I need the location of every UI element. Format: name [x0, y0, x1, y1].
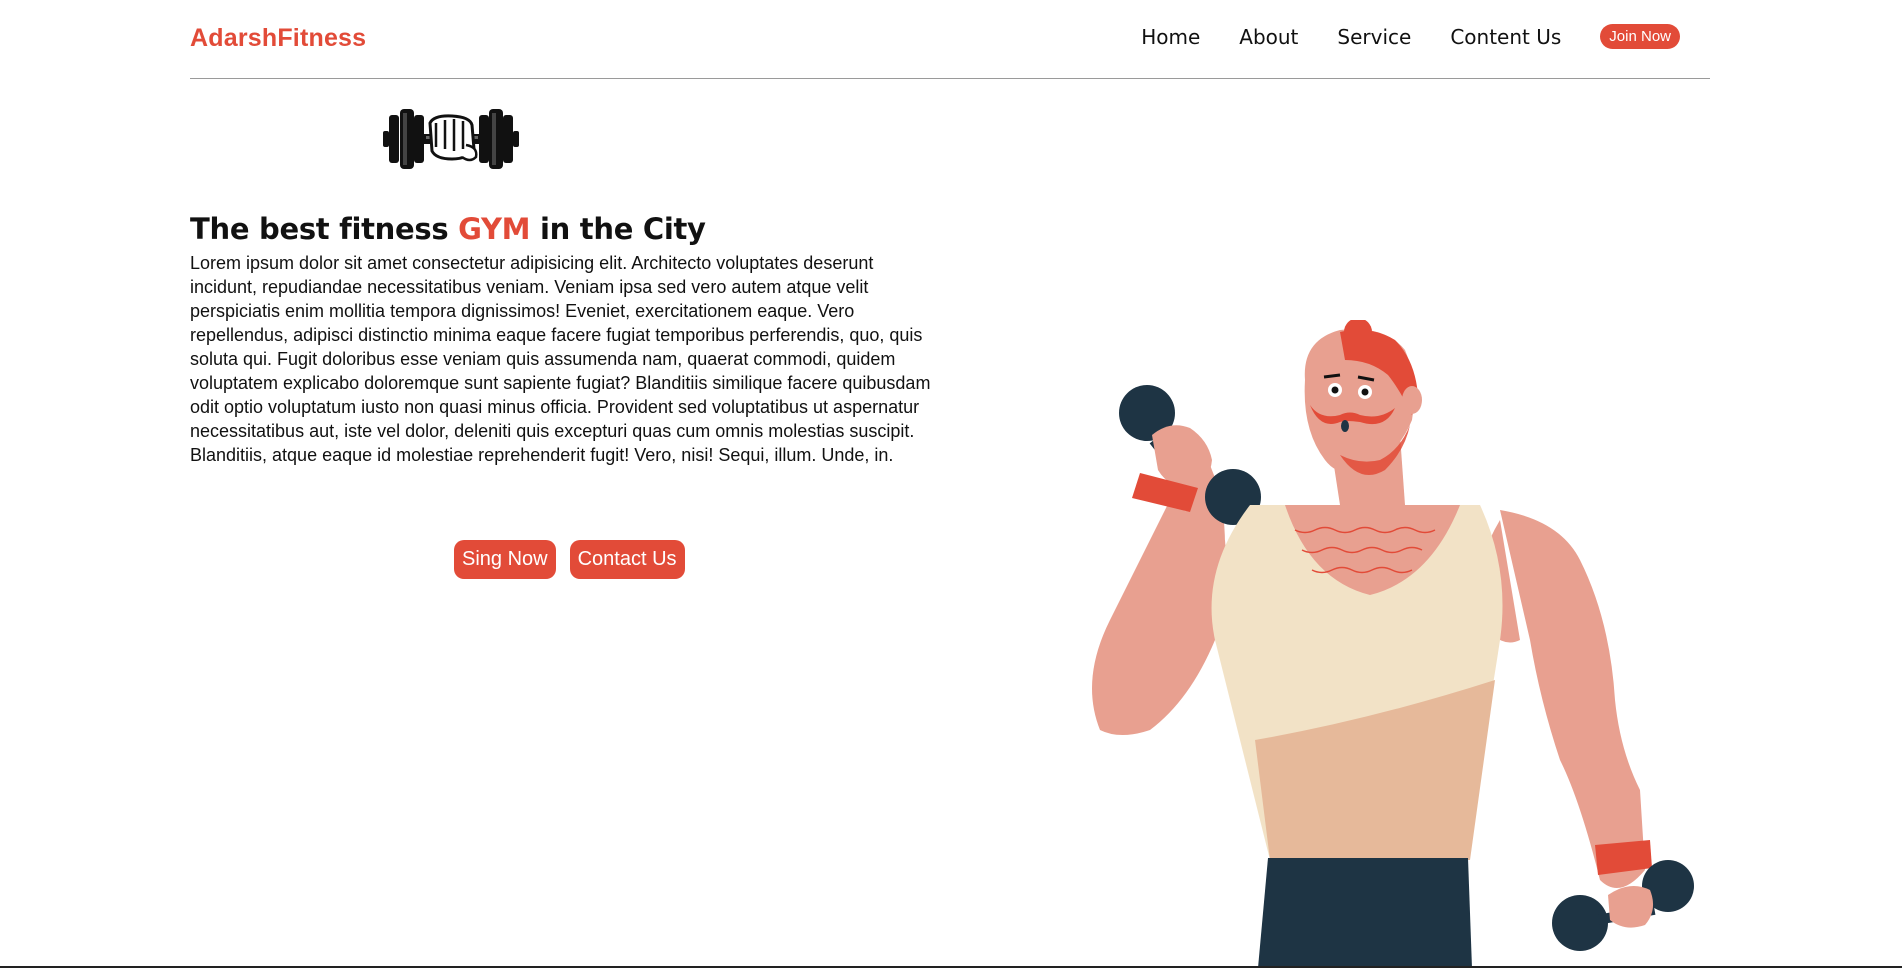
contact-us-button[interactable]: Contact Us: [569, 540, 685, 579]
nav-about[interactable]: About: [1239, 25, 1298, 49]
main-nav: Home About Service Content Us Join Now: [1141, 24, 1680, 49]
hero-title-start: The best fitness: [190, 212, 459, 246]
dumbbell-fist-icon: [383, 109, 519, 169]
fitness-man-illustration: [1092, 320, 1694, 968]
brand-logo[interactable]: AdarshFitness: [190, 24, 366, 53]
hero-title-end: in the City: [530, 212, 706, 246]
nav-service[interactable]: Service: [1337, 25, 1411, 49]
hero-title: The best fitness GYM in the City: [190, 212, 706, 246]
site-header: AdarshFitness Home About Service Content…: [190, 0, 1710, 79]
sign-now-button[interactable]: Sing Now: [454, 540, 556, 579]
hero-title-accent: GYM: [458, 212, 531, 246]
hero-actions: Sing Now Contact Us: [454, 540, 685, 579]
nav-content-us[interactable]: Content Us: [1450, 25, 1561, 49]
hero-paragraph: Lorem ipsum dolor sit amet consectetur a…: [190, 253, 931, 465]
join-now-button[interactable]: Join Now: [1600, 24, 1680, 49]
nav-home[interactable]: Home: [1141, 25, 1200, 49]
